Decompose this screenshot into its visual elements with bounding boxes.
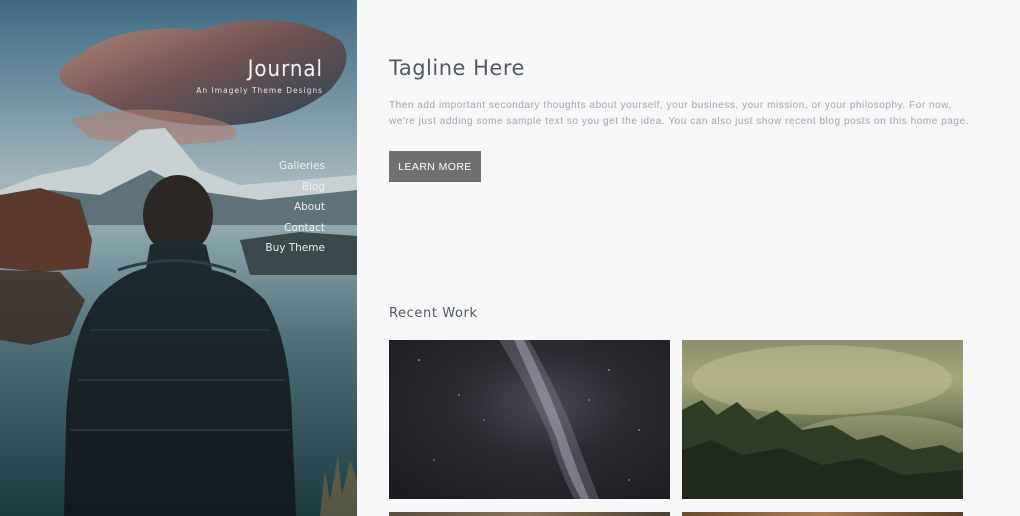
main-navigation: Galleries Blog About Contact Buy Theme: [265, 156, 325, 259]
recent-work-heading: Recent Work: [389, 306, 478, 321]
site-title[interactable]: Journal: [196, 56, 323, 84]
nav-item-about[interactable]: About: [265, 197, 325, 218]
gallery-thumbnail-misty-forest[interactable]: [682, 340, 963, 499]
gallery-thumbnail-4[interactable]: [682, 512, 963, 516]
site-branding: Journal An Imagely Theme Designs: [196, 56, 323, 95]
gallery-thumbnail-3[interactable]: [389, 512, 670, 516]
nav-item-blog[interactable]: Blog: [265, 177, 325, 198]
gallery-thumbnail-milky-way[interactable]: [389, 340, 670, 499]
nav-item-galleries[interactable]: Galleries: [265, 156, 325, 177]
intro-paragraph: Then add important secondary thoughts ab…: [389, 100, 969, 127]
nav-item-contact[interactable]: Contact: [265, 218, 325, 239]
learn-more-button[interactable]: LEARN MORE: [389, 151, 481, 182]
page-heading: Tagline Here: [389, 56, 525, 80]
hero-panel: Journal An Imagely Theme Designs Galleri…: [0, 0, 357, 516]
page: Journal An Imagely Theme Designs Galleri…: [0, 0, 1020, 516]
site-tagline: An Imagely Theme Designs: [196, 86, 323, 95]
nav-item-buy-theme[interactable]: Buy Theme: [265, 238, 325, 259]
